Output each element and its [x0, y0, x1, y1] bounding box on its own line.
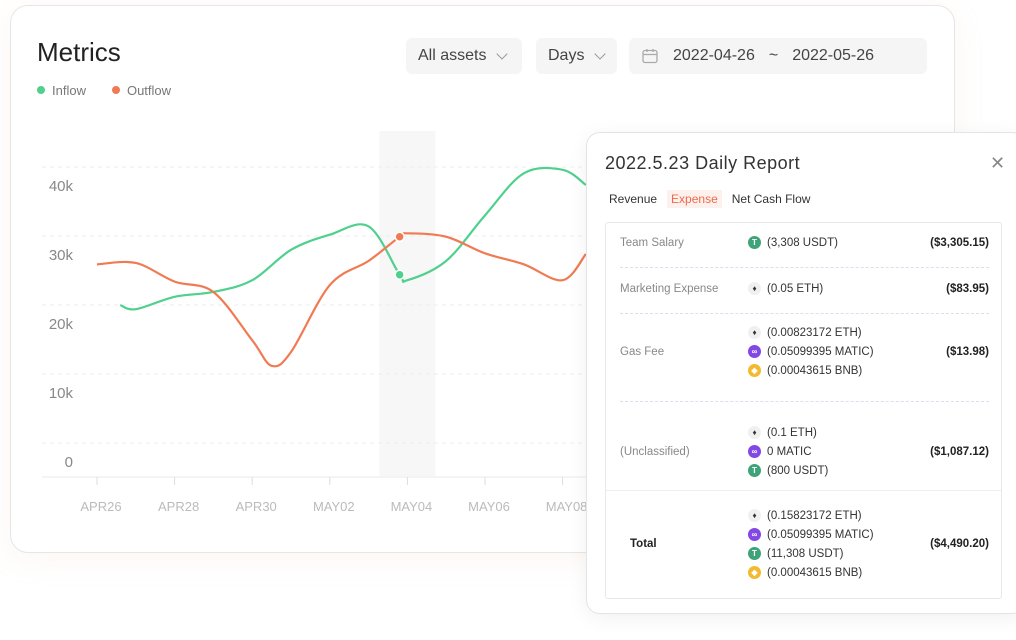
row-amount: ($4,490.20) — [930, 538, 989, 550]
matic-icon: ∞ — [748, 345, 761, 358]
daily-report-panel: 2022.5.23 Daily Report ✕ Revenue Expense… — [586, 132, 1016, 614]
eth-icon: ♦ — [748, 426, 761, 439]
usdt-icon: T — [748, 236, 761, 249]
y-tick-label: 40k — [49, 178, 74, 195]
row-label: Team Salary — [620, 236, 684, 249]
x-tick-label: APR26 — [80, 499, 121, 514]
row-assets: ♦ (0.00823172 ETH) ∞ (0.05099395 MATIC) ◆ (0.… — [748, 326, 898, 377]
asset-item: ♦ (0.00823172 ETH) — [748, 326, 898, 339]
row-label: Total — [630, 538, 657, 550]
close-icon[interactable]: ✕ — [990, 153, 1005, 174]
row-amount: ($1,087.12) — [930, 445, 989, 458]
y-tick-label: 10k — [49, 385, 74, 402]
row-assets: T (3,308 USDT) — [748, 236, 898, 249]
report-title: 2022.5.23 Daily Report — [605, 153, 801, 173]
matic-icon: ∞ — [748, 445, 761, 458]
report-row: Team Salary T (3,308 USDT) ($3,305.15) — [620, 236, 989, 249]
outflow-marker — [394, 231, 405, 242]
asset-item: T (11,308 USDT) — [748, 547, 898, 560]
asset-amount: (0.00043615 BNB) — [767, 364, 863, 377]
asset-amount: (0.05099395 MATIC) — [767, 528, 874, 541]
asset-item: ♦ (0.1 ETH) — [748, 426, 898, 439]
asset-item: ◆ (0.00043615 BNB) — [748, 364, 898, 377]
inflow-marker — [394, 269, 405, 280]
row-divider — [620, 267, 989, 268]
row-divider — [606, 490, 1001, 491]
highlight-band — [379, 131, 436, 476]
asset-item: ♦ (0.15823172 ETH) — [748, 509, 898, 522]
x-tick-label: APR30 — [236, 499, 277, 514]
row-label: Gas Fee — [620, 345, 665, 358]
row-divider — [620, 313, 989, 314]
bnb-icon: ◆ — [748, 364, 761, 377]
asset-amount: (0.00823172 ETH) — [767, 326, 862, 339]
x-tick-label: APR28 — [158, 499, 199, 514]
row-amount: ($3,305.15) — [930, 236, 989, 249]
report-table: Team Salary T (3,308 USDT) ($3,305.15) Marke… — [605, 222, 1002, 599]
asset-item: ∞ (0.05099395 MATIC) — [748, 528, 898, 541]
report-tabs: Revenue Expense Net Cash Flow — [605, 190, 814, 208]
asset-amount: (0.05 ETH) — [767, 282, 824, 295]
tab-revenue[interactable]: Revenue — [605, 190, 661, 208]
tab-net-cash-flow[interactable]: Net Cash Flow — [728, 190, 815, 208]
row-label: (Unclassified) — [620, 445, 690, 458]
y-tick-label: 30k — [49, 247, 74, 264]
asset-item: T (800 USDT) — [748, 464, 898, 477]
y-tick-label: 0 — [65, 454, 73, 471]
row-assets: ♦ (0.05 ETH) — [748, 282, 898, 295]
eth-icon: ♦ — [748, 509, 761, 522]
asset-item: T (3,308 USDT) — [748, 236, 898, 249]
usdt-icon: T — [748, 547, 761, 560]
asset-item: ∞ 0 MATIC — [748, 445, 898, 458]
matic-icon: ∞ — [748, 528, 761, 541]
tab-expense[interactable]: Expense — [667, 190, 722, 208]
asset-amount: (0.15823172 ETH) — [767, 509, 862, 522]
outflow-line — [96, 232, 587, 368]
x-tick-label: MAY02 — [313, 499, 355, 514]
asset-amount: 0 MATIC — [767, 445, 812, 458]
row-divider — [620, 401, 989, 402]
report-row: Marketing Expense ♦ (0.05 ETH) ($83.95) — [620, 282, 989, 295]
asset-amount: (0.05099395 MATIC) — [767, 345, 874, 358]
report-row: Total ♦ (0.15823172 ETH) ∞ (0.05099395 MATIC… — [630, 509, 989, 579]
row-amount: ($83.95) — [946, 282, 989, 295]
row-assets: ♦ (0.15823172 ETH) ∞ (0.05099395 MATIC) T (11… — [748, 509, 898, 579]
asset-amount: (3,308 USDT) — [767, 236, 838, 249]
inflow-line — [119, 166, 587, 311]
asset-amount: (800 USDT) — [767, 464, 829, 477]
x-tick-label: MAY06 — [468, 499, 510, 514]
x-tick-label: MAY08 — [546, 499, 588, 514]
asset-item: ◆ (0.00043615 BNB) — [748, 566, 898, 579]
row-amount: ($13.98) — [946, 345, 989, 358]
report-row: Gas Fee ♦ (0.00823172 ETH) ∞ (0.05099395 MAT… — [620, 326, 989, 377]
report-row: (Unclassified) ♦ (0.1 ETH) ∞ 0 MATIC T (800 US… — [620, 426, 989, 477]
eth-icon: ♦ — [748, 282, 761, 295]
y-tick-label: 20k — [49, 316, 74, 333]
bnb-icon: ◆ — [748, 566, 761, 579]
asset-item: ∞ (0.05099395 MATIC) — [748, 345, 898, 358]
asset-item: ♦ (0.05 ETH) — [748, 282, 898, 295]
usdt-icon: T — [748, 464, 761, 477]
x-tick-label: MAY04 — [391, 499, 433, 514]
row-assets: ♦ (0.1 ETH) ∞ 0 MATIC T (800 USDT) — [748, 426, 898, 477]
asset-amount: (0.1 ETH) — [767, 426, 817, 439]
asset-amount: (11,308 USDT) — [767, 547, 844, 560]
asset-amount: (0.00043615 BNB) — [767, 566, 863, 579]
row-label: Marketing Expense — [620, 282, 719, 295]
eth-icon: ♦ — [748, 326, 761, 339]
